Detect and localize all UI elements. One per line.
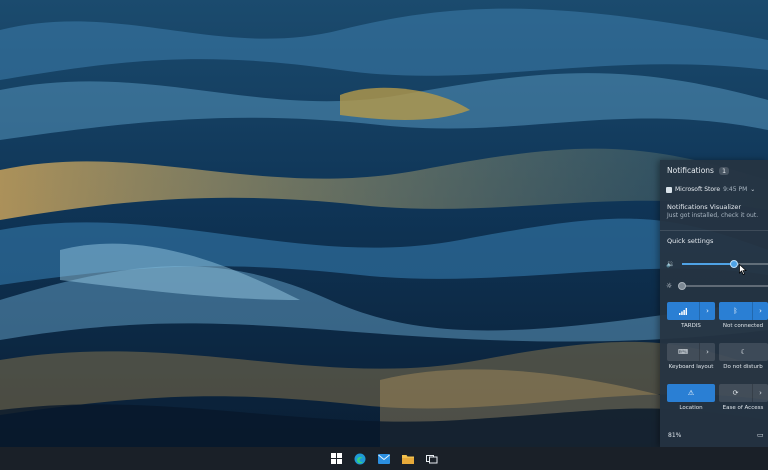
notification-body[interactable]: Just got installed, check it out.	[667, 212, 758, 219]
taskbar	[0, 447, 768, 470]
location-tile[interactable]: ⚠	[667, 384, 715, 402]
keyboard-layout-tile[interactable]: ⌨ ›	[667, 343, 715, 361]
notifications-header: Notifications 1	[667, 166, 730, 175]
moon-icon[interactable]: ☾	[719, 343, 768, 361]
edge-icon[interactable]	[352, 451, 368, 467]
brightness-slider-row: ☼	[666, 281, 768, 291]
bluetooth-icon[interactable]: ᛒ	[719, 302, 752, 320]
location-tile-label: Location	[679, 405, 703, 411]
quick-settings-title: Quick settings	[667, 237, 714, 245]
windows-start-icon[interactable]	[328, 451, 344, 467]
ease-of-access-tile[interactable]: ⟳ ›	[719, 384, 768, 402]
keyboard-layout-tile-label: Keyboard layout	[668, 364, 714, 370]
do-not-disturb-tile[interactable]: ☾	[719, 343, 768, 361]
notification-app-row[interactable]: Microsoft Store 9:45 PM ⌄	[666, 186, 766, 193]
notifications-title: Notifications	[667, 166, 714, 175]
notification-app-name: Microsoft Store	[675, 186, 721, 193]
brightness-slider-thumb[interactable]	[678, 282, 686, 290]
volume-slider-fill	[682, 263, 734, 265]
task-view-icon[interactable]	[424, 451, 440, 467]
wifi-icon[interactable]	[667, 302, 699, 320]
volume-slider-row: 🔉	[666, 259, 768, 269]
bluetooth-tile-label: Not connected	[722, 323, 764, 329]
speaker-icon[interactable]: 🔉	[666, 260, 676, 268]
battery-percentage: 81%	[668, 432, 682, 439]
store-icon	[666, 186, 672, 193]
brightness-slider[interactable]	[678, 282, 768, 290]
ease-of-access-expand-chevron-icon[interactable]: ›	[752, 384, 768, 402]
do-not-disturb-tile-label: Do not disturb	[723, 364, 763, 370]
wifi-tile[interactable]: ›	[667, 302, 715, 320]
wifi-expand-chevron-icon[interactable]: ›	[699, 302, 715, 320]
file-explorer-icon[interactable]	[400, 451, 416, 467]
action-center-panel: Notifications 1 Microsoft Store 9:45 PM …	[660, 160, 768, 447]
desktop-wallpaper	[0, 0, 768, 447]
volume-slider-thumb[interactable]	[729, 260, 738, 268]
notification-count-badge: 1	[718, 166, 730, 175]
ease-of-access-tile-label: Ease of Access	[722, 405, 764, 411]
notification-title[interactable]: Notifications Visualizer	[667, 203, 741, 211]
accessibility-icon[interactable]: ⟳	[719, 384, 752, 402]
wifi-tile-label: TARDIS	[681, 323, 701, 329]
brightness-icon: ☼	[666, 282, 673, 290]
edit-quick-settings-icon[interactable]: ▭	[757, 431, 764, 439]
notification-time: 9:45 PM	[723, 186, 748, 193]
mouse-cursor-icon	[739, 264, 747, 275]
mail-icon[interactable]	[376, 451, 392, 467]
volume-slider[interactable]	[682, 260, 768, 268]
chevron-down-icon[interactable]: ⌄	[750, 186, 755, 193]
bluetooth-expand-chevron-icon[interactable]: ›	[752, 302, 768, 320]
location-icon[interactable]: ⚠	[667, 384, 715, 402]
keyboard-icon[interactable]: ⌨	[667, 343, 699, 361]
bluetooth-tile[interactable]: ᛒ ›	[719, 302, 768, 320]
panel-divider	[660, 230, 768, 231]
keyboard-expand-chevron-icon[interactable]: ›	[699, 343, 715, 361]
